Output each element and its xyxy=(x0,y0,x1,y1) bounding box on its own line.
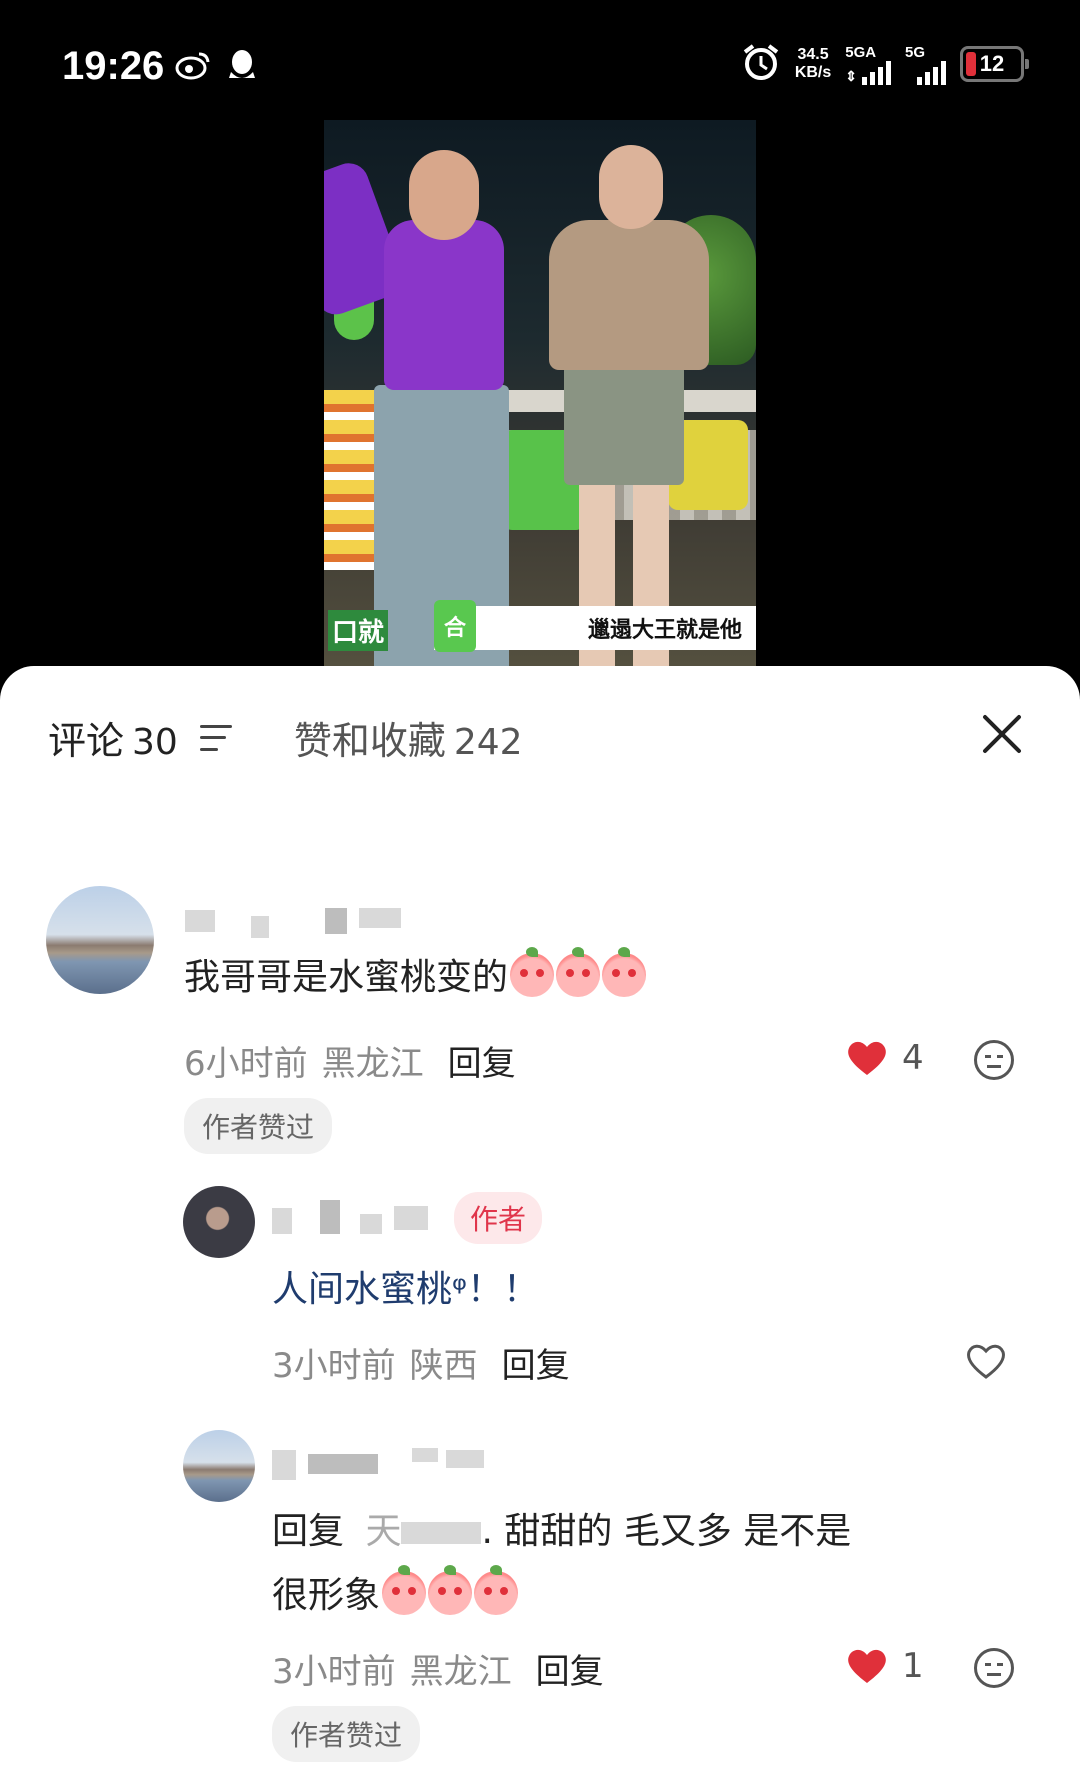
status-bar: 19:26 34.5 KB/s 5GA ⇕ 5G 12 xyxy=(0,0,1080,120)
comment-text: 我哥哥是水蜜桃变的 xyxy=(184,947,647,1004)
brand-text: 口就 xyxy=(328,610,389,651)
signal-bars-icon xyxy=(905,60,946,85)
peach-heart-eyes-emoji xyxy=(510,947,555,997)
peach-heart-eyes-emoji xyxy=(556,947,601,997)
qq-icon xyxy=(227,48,257,86)
reply-text-line2: 很形象 xyxy=(272,1565,519,1622)
username-redacted[interactable] xyxy=(272,1196,442,1236)
avatar[interactable] xyxy=(183,1186,255,1258)
comments-panel: 评论 30 赞和收藏 242 我哥哥是水蜜桃变的 6小时前 黑龙江 回复 4 作者赞… xyxy=(0,666,1080,1790)
reply-meta: 3小时前 陕西 回复 xyxy=(272,1338,570,1387)
like-button[interactable]: 4 xyxy=(846,1038,924,1078)
avatar[interactable] xyxy=(46,886,154,994)
comment-text-content: 我哥哥是水蜜桃变的 xyxy=(184,957,509,998)
like-button[interactable]: 1 xyxy=(846,1646,924,1686)
dislike-face-icon[interactable] xyxy=(974,1040,1014,1080)
reply-button[interactable]: 回复 xyxy=(536,1644,604,1693)
net-speed: 34.5 KB/s xyxy=(795,46,831,82)
signal-sim1: 5GA ⇕ xyxy=(845,44,891,85)
net-speed-value: 34.5 xyxy=(797,46,829,63)
sim2-label: 5G xyxy=(905,43,926,61)
peach-emoji xyxy=(428,1565,473,1615)
video-caption: 邋遢大王就是他 xyxy=(434,606,756,650)
reply-button[interactable]: 回复 xyxy=(448,1036,516,1085)
close-icon[interactable] xyxy=(980,712,1024,756)
reply-button[interactable]: 回复 xyxy=(502,1338,570,1387)
net-speed-unit: KB/s xyxy=(794,64,832,81)
sim1-label: 5GA xyxy=(845,43,877,61)
like-count: 1 xyxy=(902,1646,924,1686)
tab-likes-label: 赞和收藏 xyxy=(293,719,446,763)
weibo-icon xyxy=(175,50,211,84)
heart-outline-icon[interactable] xyxy=(965,1342,1007,1380)
tab-comments[interactable]: 评论 30 xyxy=(48,710,178,765)
peach-emoji xyxy=(382,1565,427,1615)
person-left-jacket xyxy=(384,220,504,390)
comment-location: 黑龙江 xyxy=(321,1044,424,1084)
reply-target-redacted xyxy=(401,1522,482,1544)
signal-sim2: 5G xyxy=(905,44,946,85)
username-redacted[interactable] xyxy=(185,896,405,938)
reply-location: 陕西 xyxy=(409,1346,478,1386)
person-left-head xyxy=(409,150,479,240)
status-time: 19:26 xyxy=(62,44,165,88)
peach-heart-eyes-emoji xyxy=(602,947,647,997)
tab-comments-label: 评论 xyxy=(48,719,125,763)
tab-likes-favorites[interactable]: 赞和收藏 242 xyxy=(294,710,523,765)
tab-comments-count: 30 xyxy=(132,722,178,763)
video-player[interactable]: 口就 邋遢大王就是他 合 xyxy=(324,120,756,666)
author-liked-badge: 作者赞过 xyxy=(272,1706,421,1762)
person-right-jacket xyxy=(549,220,709,370)
status-left-icons xyxy=(175,48,257,86)
heart-filled-icon xyxy=(848,1041,886,1075)
caption-text: 邋遢大王就是他 xyxy=(587,618,742,643)
reply-meta: 3小时前 黑龙江 回复 xyxy=(272,1644,604,1693)
reply-text: 人间水蜜桃ᵠ！！ xyxy=(272,1269,539,1310)
alarm-icon xyxy=(741,42,781,86)
reply-text: 回复 天 . 甜甜的 毛又多 是不是 xyxy=(272,1506,851,1558)
person-right-shorts xyxy=(564,365,684,485)
reply-time: 3小时前 xyxy=(272,1346,396,1386)
reply-location: 黑龙江 xyxy=(409,1652,512,1692)
avatar[interactable] xyxy=(183,1430,255,1502)
author-tag: 作者 xyxy=(454,1192,543,1244)
reply-prefix: 回复 xyxy=(272,1511,345,1552)
heart-filled-icon xyxy=(848,1649,886,1683)
signal-bars-icon: ⇕ xyxy=(845,60,891,85)
comment-time: 6小时前 xyxy=(184,1044,308,1084)
status-right: 34.5 KB/s 5GA ⇕ 5G 12 xyxy=(741,42,1029,86)
caption-badge: 合 xyxy=(434,600,476,652)
reply-text-line1: . 甜甜的 毛又多 是不是 xyxy=(481,1511,852,1552)
like-count: 4 xyxy=(902,1038,924,1078)
dislike-face-icon[interactable] xyxy=(974,1648,1014,1688)
tab-likes-count: 242 xyxy=(453,722,523,763)
author-liked-badge: 作者赞过 xyxy=(184,1098,333,1154)
reply-target-user[interactable]: 天 xyxy=(365,1511,401,1552)
battery-level: 12 xyxy=(979,51,1005,76)
reply-text-line2-content: 很形象 xyxy=(272,1575,381,1616)
person-right-head xyxy=(599,145,663,229)
sort-icon[interactable] xyxy=(199,724,232,751)
username-redacted[interactable] xyxy=(272,1438,492,1480)
peach-emoji xyxy=(474,1565,519,1615)
comment-meta: 6小时前 黑龙江 回复 xyxy=(184,1036,516,1085)
panel-tabs: 评论 30 赞和收藏 242 xyxy=(48,710,523,765)
reply-time: 3小时前 xyxy=(272,1652,396,1692)
battery-icon: 12 xyxy=(960,46,1029,82)
product-shelf xyxy=(324,390,380,570)
